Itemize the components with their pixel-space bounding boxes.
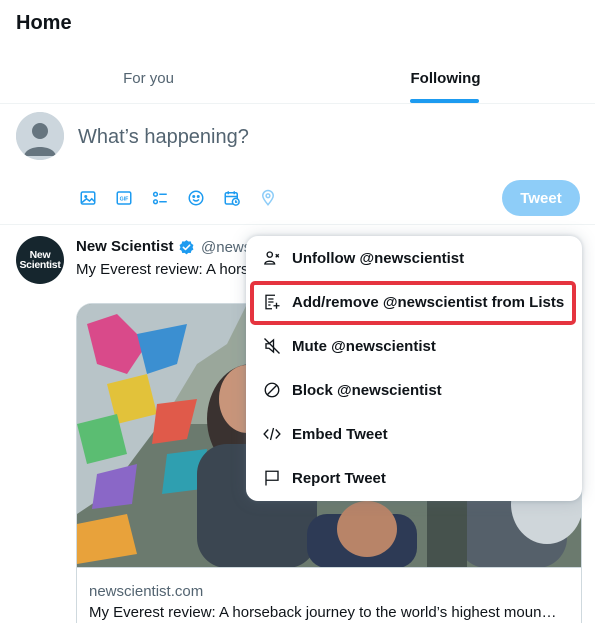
poll-icon[interactable] (150, 188, 170, 208)
tab-following[interactable]: Following (297, 52, 594, 104)
location-icon[interactable] (258, 188, 278, 208)
home-header: Home For you Following (0, 0, 595, 104)
tweet-more-menu: Unfollow @newscientist Add/remove @newsc… (246, 236, 582, 501)
menu-item-label: Embed Tweet (292, 425, 388, 443)
menu-item-mute[interactable]: Mute @newscientist (246, 324, 582, 368)
tab-for-you[interactable]: For you (0, 52, 297, 104)
emoji-icon[interactable] (186, 188, 206, 208)
mute-icon (262, 336, 282, 356)
avatar-text-line-2: Scientist (19, 259, 61, 271)
menu-item-label: Mute @newscientist (292, 337, 436, 355)
schedule-icon[interactable] (222, 188, 242, 208)
card-domain: newscientist.com (89, 583, 204, 600)
highlight-annotation (250, 281, 576, 325)
menu-item-block[interactable]: Block @newscientist (246, 368, 582, 412)
avatar[interactable] (16, 112, 64, 160)
report-flag-icon (262, 468, 282, 488)
gif-icon[interactable]: GIF (114, 188, 134, 208)
link-card-footer[interactable]: newscientist.com My Everest review: A ho… (76, 567, 582, 623)
active-tab-indicator (410, 99, 479, 103)
block-icon (262, 380, 282, 400)
menu-item-embed[interactable]: Embed Tweet (246, 412, 582, 456)
image-icon[interactable] (78, 188, 98, 208)
menu-item-unfollow[interactable]: Unfollow @newscientist (246, 236, 582, 280)
tweet-text: My Everest review: A hors (76, 261, 249, 278)
author-name[interactable]: New Scientist (76, 238, 174, 255)
tweet-button[interactable]: Tweet (502, 180, 580, 216)
embed-icon (262, 424, 282, 444)
svg-text:GIF: GIF (120, 197, 130, 203)
tweet-composer: GIF Tweet (0, 104, 595, 225)
author-handle[interactable]: @news (201, 239, 251, 256)
card-title: My Everest review: A horseback journey t… (89, 604, 557, 621)
menu-item-label: Report Tweet (292, 469, 386, 487)
compose-input[interactable] (78, 126, 548, 149)
page-title: Home (16, 12, 72, 34)
menu-item-label: Block @newscientist (292, 381, 442, 399)
default-avatar-icon (16, 112, 64, 160)
verified-badge-icon (179, 240, 194, 255)
menu-item-report[interactable]: Report Tweet (246, 456, 582, 500)
author-avatar[interactable]: New Scientist (16, 236, 64, 284)
unfollow-icon (262, 248, 282, 268)
menu-item-label: Unfollow @newscientist (292, 249, 465, 267)
